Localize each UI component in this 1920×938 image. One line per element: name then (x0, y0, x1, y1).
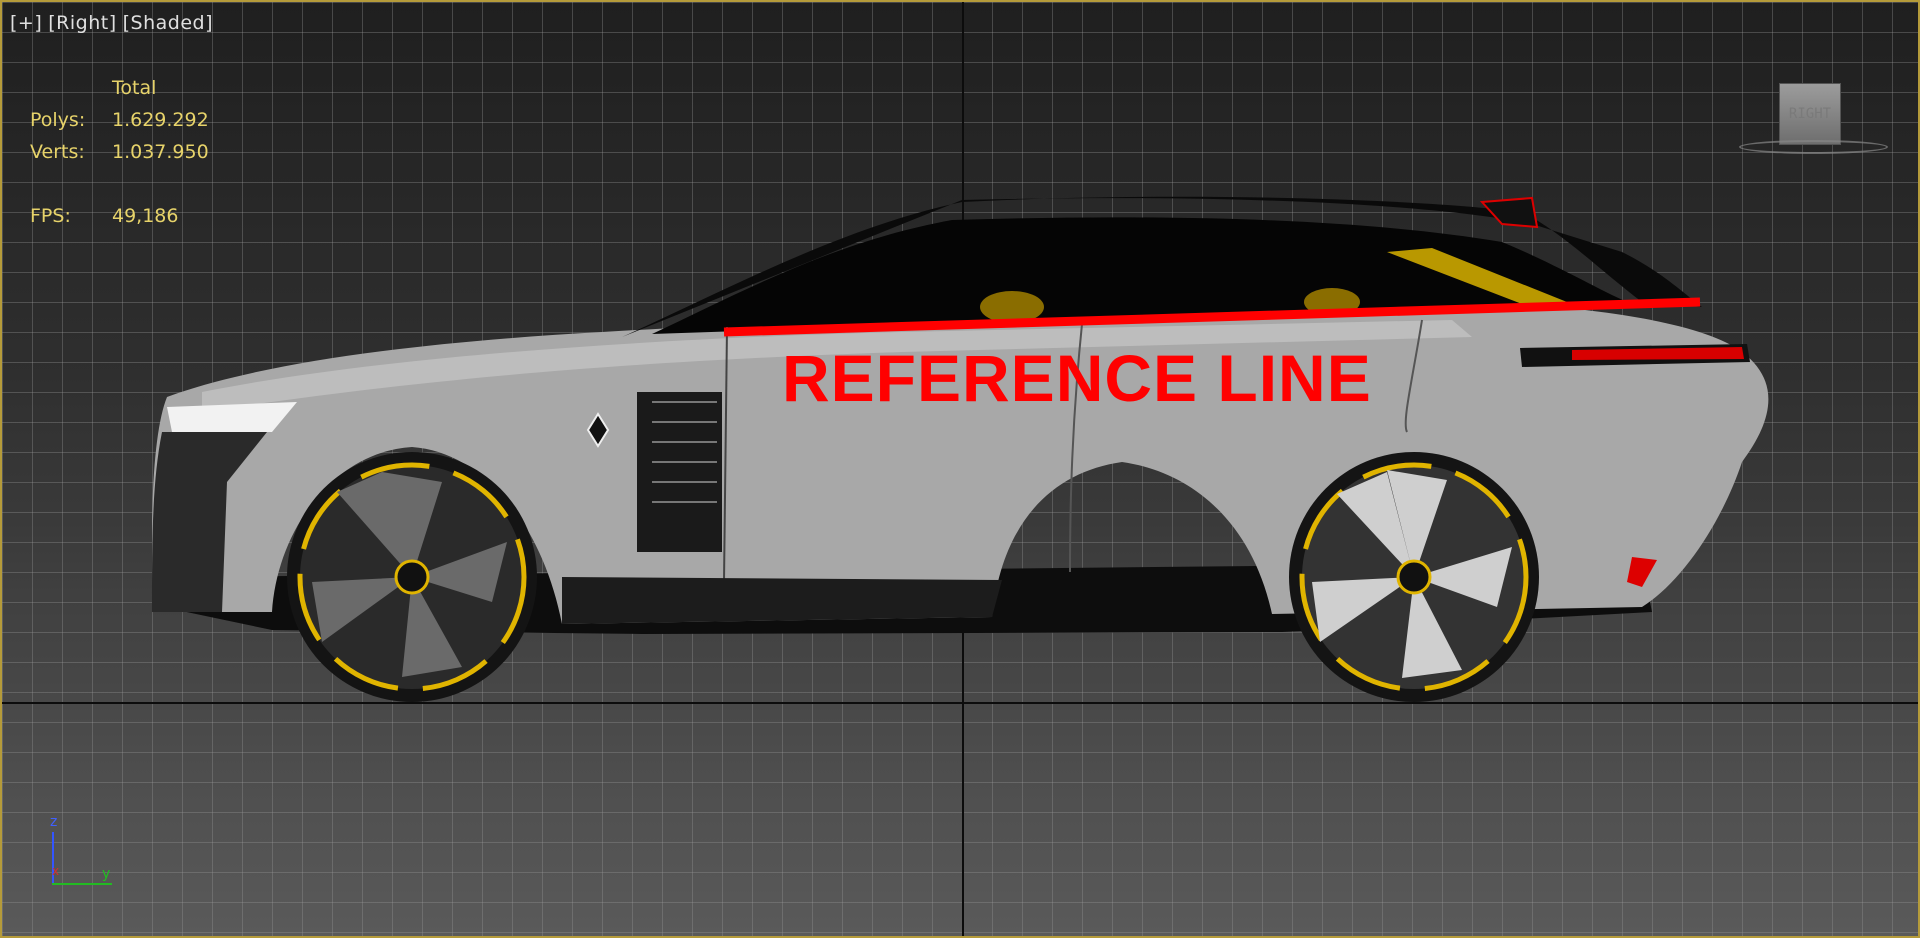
gizmo-y-axis (52, 883, 112, 885)
gizmo-z-label: z (50, 814, 58, 830)
gizmo-y-label: y (102, 866, 111, 882)
reference-line-label: REFERENCE LINE (782, 341, 1372, 415)
rear-spoiler (1479, 196, 1539, 229)
side-intake (637, 392, 722, 552)
car-model-side-view[interactable] (2, 2, 1920, 938)
gizmo-x-label: x (52, 864, 60, 878)
rocker-panel (562, 577, 1002, 624)
axis-gizmo: z y x (42, 814, 132, 894)
viewport-right[interactable]: [+] [Right] [Shaded] Total Polys: 1.629.292… (0, 0, 1920, 938)
rear-wheel (1289, 452, 1539, 702)
front-wheel (287, 452, 537, 702)
